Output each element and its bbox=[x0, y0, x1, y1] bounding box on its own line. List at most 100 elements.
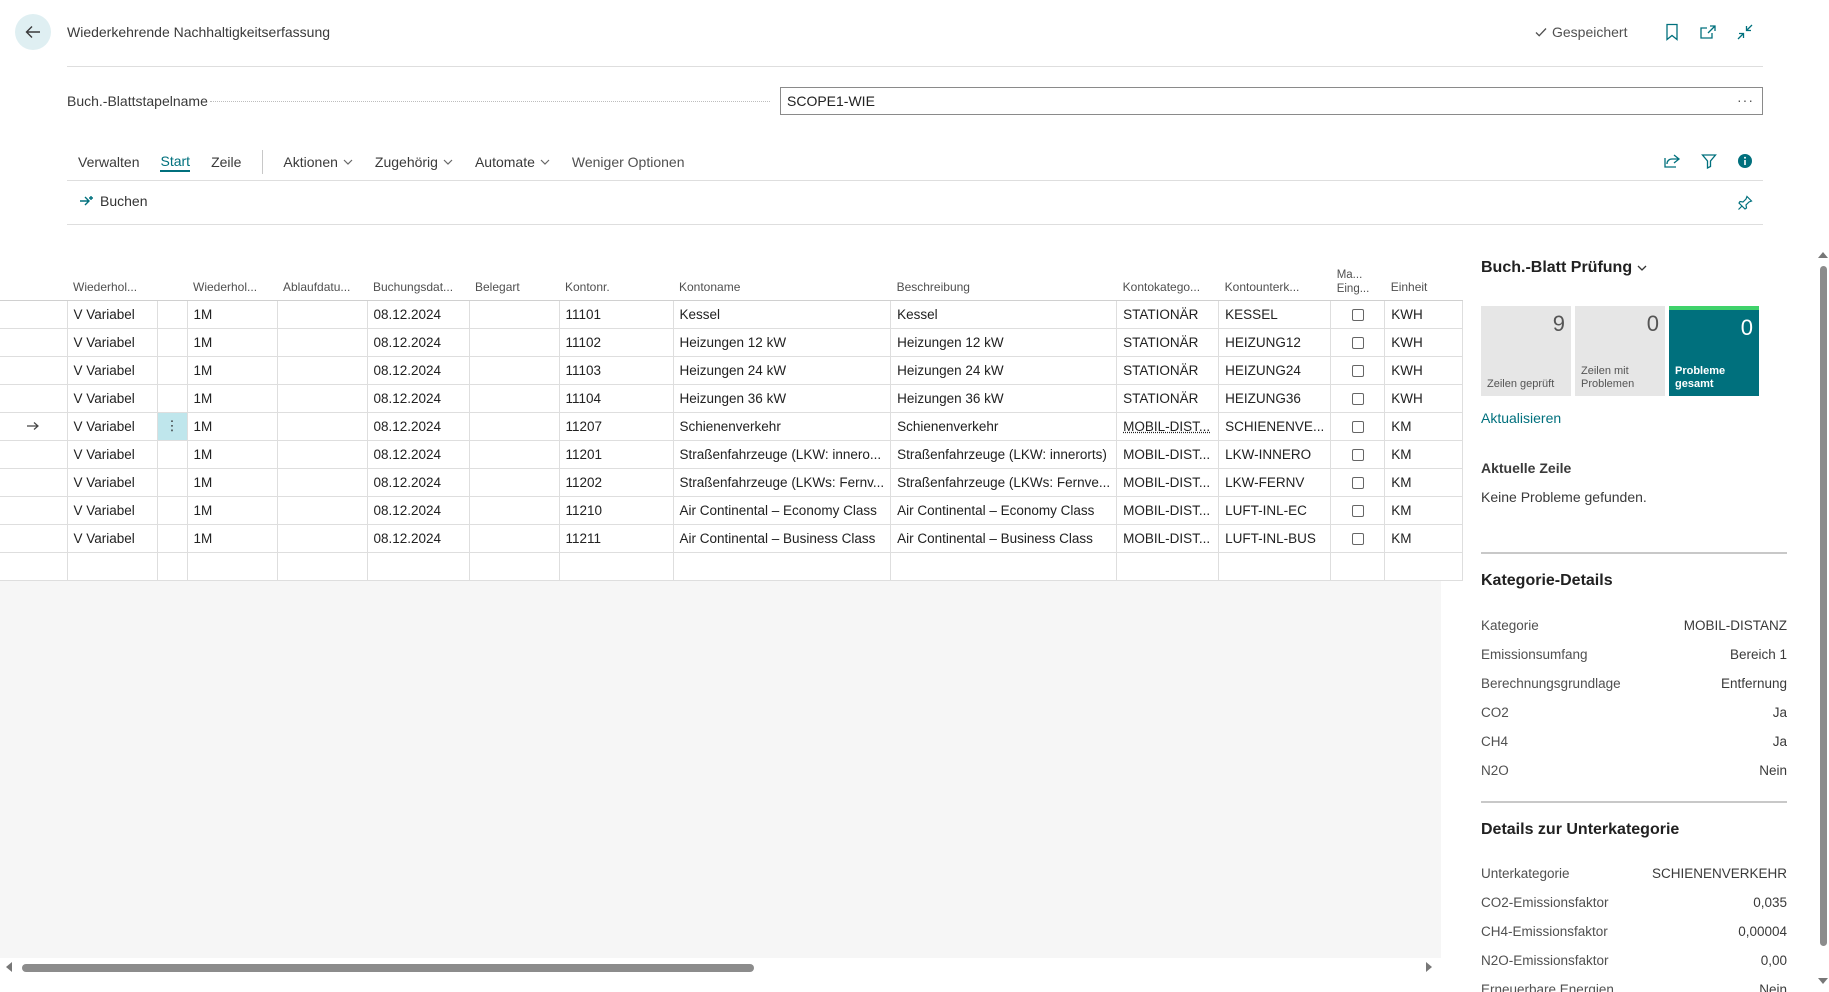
tab-verwalten[interactable]: Verwalten bbox=[78, 154, 139, 170]
cell-unit[interactable]: KWH bbox=[1385, 300, 1463, 328]
row-menu-button[interactable]: ⋮ bbox=[157, 412, 187, 440]
cell-recurring-frequency[interactable]: 1M bbox=[187, 356, 277, 384]
empty-cell[interactable] bbox=[1331, 552, 1385, 580]
table-row[interactable]: V Variabel 1M 08.12.2024 11202 Straßenfahrze… bbox=[0, 468, 1463, 496]
table-row[interactable]: V Variabel 1M 08.12.2024 11101 Kessel Kessel S… bbox=[0, 300, 1463, 328]
cell-recurring-method[interactable]: V Variabel bbox=[67, 440, 157, 468]
scroll-up-icon[interactable] bbox=[1818, 252, 1828, 258]
cell-account-subcategory[interactable]: KESSEL bbox=[1219, 300, 1331, 328]
cell-manual-input[interactable] bbox=[1331, 440, 1385, 468]
info-button[interactable] bbox=[1734, 150, 1756, 172]
cell-recurring-frequency[interactable]: 1M bbox=[187, 524, 277, 552]
cell-description[interactable]: Straßenfahrzeuge (LKW: innerorts) bbox=[891, 440, 1117, 468]
cell-account-name[interactable]: Air Continental – Business Class bbox=[673, 524, 891, 552]
cell-manual-input[interactable] bbox=[1331, 412, 1385, 440]
cell-recurring-frequency[interactable]: 1M bbox=[187, 440, 277, 468]
cell-manual-input[interactable] bbox=[1331, 496, 1385, 524]
cell-account-category[interactable]: MOBIL-DIST... bbox=[1117, 440, 1219, 468]
tile-total-issues[interactable]: 0 Probleme gesamt bbox=[1669, 306, 1759, 396]
cell-recurring-method[interactable]: V Variabel bbox=[67, 356, 157, 384]
cell-description[interactable]: Kessel bbox=[891, 300, 1117, 328]
table-row[interactable]: V Variabel ⋮ 1M 08.12.2024 11207 Schienenverk… bbox=[0, 412, 1463, 440]
cell-account-no[interactable]: 11102 bbox=[559, 328, 673, 356]
checkbox[interactable] bbox=[1352, 337, 1364, 349]
cell-document-type[interactable] bbox=[469, 440, 559, 468]
cell-account-name[interactable]: Air Continental – Economy Class bbox=[673, 496, 891, 524]
cell-recurring-method[interactable]: V Variabel bbox=[67, 524, 157, 552]
refresh-link[interactable]: Aktualisieren bbox=[1481, 410, 1561, 426]
share-button[interactable] bbox=[1661, 150, 1683, 172]
cell-posting-date[interactable]: 08.12.2024 bbox=[367, 300, 469, 328]
cell-manual-input[interactable] bbox=[1331, 300, 1385, 328]
col-account-no[interactable]: Kontonr. bbox=[559, 243, 673, 300]
cell-account-name[interactable]: Kessel bbox=[673, 300, 891, 328]
col-document-type[interactable]: Belegart bbox=[469, 243, 559, 300]
cell-account-name[interactable]: Heizungen 12 kW bbox=[673, 328, 891, 356]
cell-document-type[interactable] bbox=[469, 468, 559, 496]
cell-posting-date[interactable]: 08.12.2024 bbox=[367, 440, 469, 468]
pin-button[interactable] bbox=[1734, 192, 1756, 214]
cell-account-no[interactable]: 11210 bbox=[559, 496, 673, 524]
tab-aktionen[interactable]: Aktionen bbox=[283, 154, 353, 170]
col-account-subcategory[interactable]: Kontounterk... bbox=[1219, 243, 1331, 300]
cell-description[interactable]: Straßenfahrzeuge (LKWs: Fernve... bbox=[891, 468, 1117, 496]
tile-lines-checked[interactable]: 9 Zeilen geprüft bbox=[1481, 306, 1571, 396]
cell-description[interactable]: Schienenverkehr bbox=[891, 412, 1117, 440]
empty-cell[interactable] bbox=[891, 552, 1117, 580]
cell-account-no[interactable]: 11201 bbox=[559, 440, 673, 468]
cell-expiry-date[interactable] bbox=[277, 440, 367, 468]
cell-description[interactable]: Air Continental – Business Class bbox=[891, 524, 1117, 552]
cell-manual-input[interactable] bbox=[1331, 328, 1385, 356]
cell-unit[interactable]: KWH bbox=[1385, 328, 1463, 356]
collapse-button[interactable] bbox=[1735, 22, 1755, 42]
cell-account-category[interactable]: MOBIL-DIST... bbox=[1117, 496, 1219, 524]
cell-account-no[interactable]: 11202 bbox=[559, 468, 673, 496]
col-expiry-date[interactable]: Ablaufdatu... bbox=[277, 243, 367, 300]
cell-manual-input[interactable] bbox=[1331, 524, 1385, 552]
cell-account-subcategory[interactable]: SCHIENENVE... bbox=[1219, 412, 1331, 440]
tab-zeile[interactable]: Zeile bbox=[211, 154, 241, 170]
cell-unit[interactable]: KM bbox=[1385, 412, 1463, 440]
cell-account-subcategory[interactable]: LKW-INNERO bbox=[1219, 440, 1331, 468]
cell-account-name[interactable]: Straßenfahrzeuge (LKWs: Fernv... bbox=[673, 468, 891, 496]
batch-name-input[interactable]: SCOPE1-WIE ··· bbox=[780, 87, 1763, 115]
col-account-category[interactable]: Kontokatego... bbox=[1117, 243, 1219, 300]
cell-unit[interactable]: KM bbox=[1385, 440, 1463, 468]
scroll-left-icon[interactable] bbox=[6, 962, 12, 972]
empty-cell[interactable] bbox=[0, 552, 67, 580]
cell-document-type[interactable] bbox=[469, 384, 559, 412]
cell-posting-date[interactable]: 08.12.2024 bbox=[367, 356, 469, 384]
cell-recurring-frequency[interactable]: 1M bbox=[187, 496, 277, 524]
cell-manual-input[interactable] bbox=[1331, 468, 1385, 496]
bookmark-button[interactable] bbox=[1662, 22, 1682, 42]
empty-cell[interactable] bbox=[277, 552, 367, 580]
cell-account-no[interactable]: 11103 bbox=[559, 356, 673, 384]
cell-document-type[interactable] bbox=[469, 300, 559, 328]
checkbox[interactable] bbox=[1352, 533, 1364, 545]
cell-description[interactable]: Heizungen 12 kW bbox=[891, 328, 1117, 356]
cell-account-name[interactable]: Straßenfahrzeuge (LKW: innero... bbox=[673, 440, 891, 468]
empty-cell[interactable] bbox=[157, 552, 187, 580]
cell-account-name[interactable]: Heizungen 24 kW bbox=[673, 356, 891, 384]
cell-posting-date[interactable]: 08.12.2024 bbox=[367, 384, 469, 412]
cell-expiry-date[interactable] bbox=[277, 468, 367, 496]
back-button[interactable] bbox=[15, 14, 51, 50]
col-description[interactable]: Beschreibung bbox=[891, 243, 1117, 300]
cell-recurring-frequency[interactable]: 1M bbox=[187, 384, 277, 412]
cell-document-type[interactable] bbox=[469, 356, 559, 384]
cell-unit[interactable]: KWH bbox=[1385, 384, 1463, 412]
empty-cell[interactable] bbox=[1117, 552, 1219, 580]
cell-expiry-date[interactable] bbox=[277, 328, 367, 356]
tab-automate[interactable]: Automate bbox=[475, 154, 551, 170]
cell-account-category[interactable]: STATIONÄR bbox=[1117, 356, 1219, 384]
cell-unit[interactable]: KM bbox=[1385, 468, 1463, 496]
cell-recurring-method[interactable]: V Variabel bbox=[67, 496, 157, 524]
cell-description[interactable]: Heizungen 36 kW bbox=[891, 384, 1117, 412]
col-recurring-frequency[interactable]: Wiederhol... bbox=[187, 243, 277, 300]
cell-account-category[interactable]: MOBIL-DIST... bbox=[1117, 468, 1219, 496]
checkbox[interactable] bbox=[1352, 505, 1364, 517]
cell-document-type[interactable] bbox=[469, 524, 559, 552]
cell-account-category[interactable]: STATIONÄR bbox=[1117, 328, 1219, 356]
cell-account-category[interactable]: MOBIL-DIST... bbox=[1117, 412, 1219, 440]
table-row[interactable]: V Variabel 1M 08.12.2024 11102 Heizungen 12 … bbox=[0, 328, 1463, 356]
